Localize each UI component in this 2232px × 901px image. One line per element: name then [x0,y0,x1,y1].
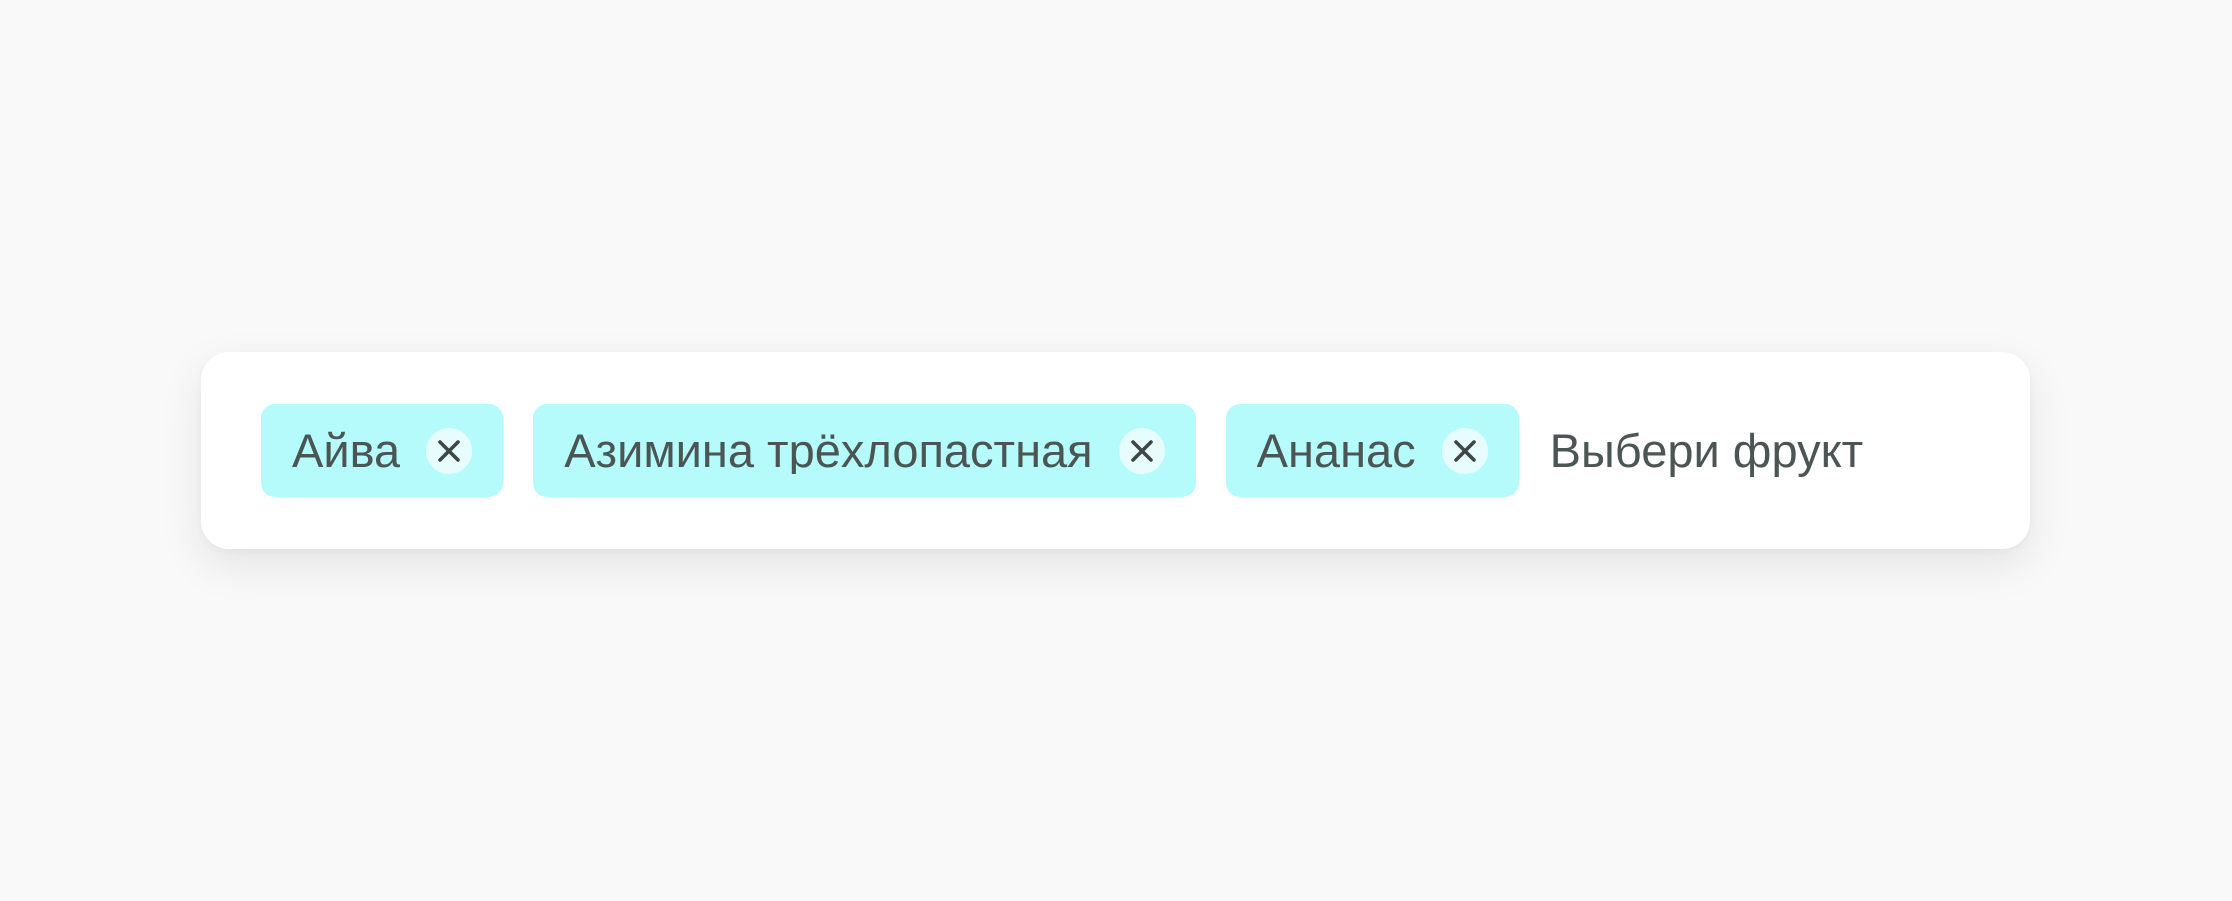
chip-pawpaw: Азимина трёхлопастная [533,404,1196,497]
selected-chips: Айва Азимина трёхлопастная Ананас [261,404,1970,497]
close-icon [1453,439,1476,462]
chip-quince: Айва [261,404,504,497]
remove-chip-button[interactable] [1118,427,1165,474]
chip-label: Азимина трёхлопастная [564,427,1093,474]
close-icon [438,439,460,462]
close-icon [1130,439,1153,462]
fruit-multiselect[interactable]: Айва Азимина трёхлопастная Ананас [201,352,2030,549]
remove-chip-button[interactable] [1441,427,1488,474]
remove-chip-button[interactable] [426,427,473,474]
chip-label: Ананас [1256,427,1416,474]
fruit-search-input[interactable] [1549,404,1970,497]
chip-label: Айва [292,427,401,474]
chip-pineapple: Ананас [1225,404,1519,497]
